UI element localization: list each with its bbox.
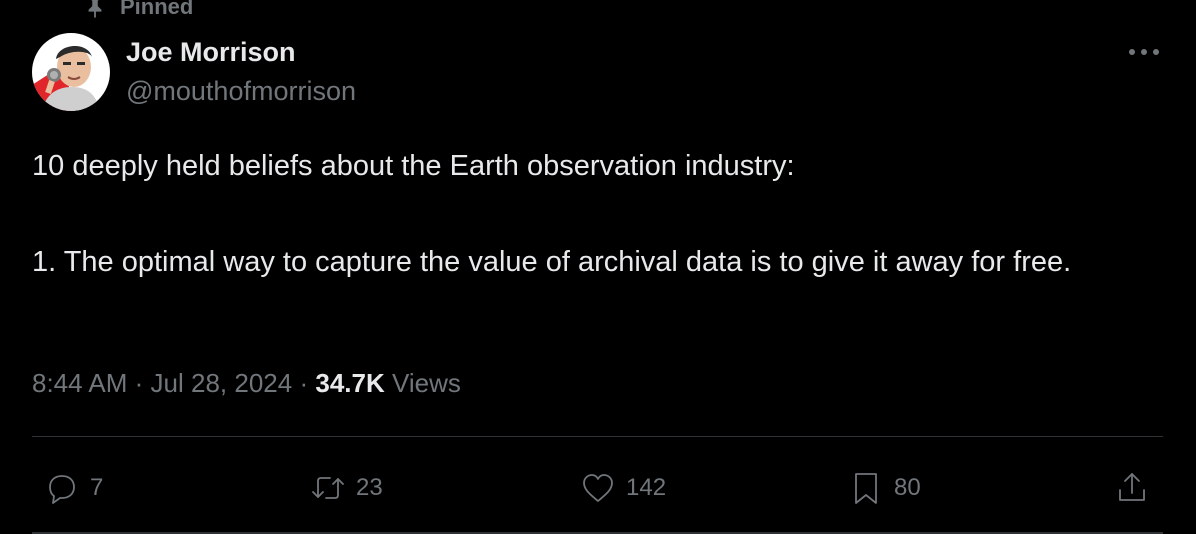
pinned-label: Pinned	[120, 0, 194, 19]
bookmark-icon	[855, 473, 877, 504]
repost-button[interactable]: 23	[308, 468, 383, 508]
pinned-indicator: Pinned	[84, 0, 193, 22]
pin-icon	[88, 0, 102, 18]
like-button[interactable]: 142	[578, 468, 666, 508]
share-button[interactable]	[1112, 468, 1152, 508]
repost-icon	[312, 477, 344, 499]
reply-icon	[49, 475, 75, 504]
bookmark-count: 80	[894, 474, 921, 501]
more-icon	[1129, 49, 1159, 55]
repost-count: 23	[356, 474, 383, 501]
share-icon	[1119, 473, 1145, 501]
tweet-meta: 8:44 AM · Jul 28, 2024 · 34.7K Views	[32, 368, 461, 399]
avatar[interactable]	[32, 33, 110, 111]
author-name[interactable]: Joe Morrison	[126, 37, 296, 68]
author-handle[interactable]: @mouthofmorrison	[126, 76, 356, 107]
divider	[32, 436, 1163, 437]
reply-button[interactable]: 7	[42, 468, 103, 508]
views-label: Views	[391, 368, 461, 398]
heart-icon	[583, 474, 613, 502]
reply-count: 7	[90, 474, 104, 501]
meta-separator: ·	[134, 368, 144, 398]
tweet-date[interactable]: Jul 28, 2024	[151, 368, 293, 398]
views-count: 34.7K	[315, 368, 385, 398]
more-options-button[interactable]	[1124, 40, 1164, 64]
bookmark-button[interactable]: 80	[846, 468, 921, 508]
action-bar: 7 23 142 80	[0, 468, 1196, 508]
avatar-image	[32, 33, 110, 111]
tweet-line-belief-1: 1. The optimal way to capture the value …	[32, 246, 1072, 278]
tweet-line-intro: 10 deeply held beliefs about the Earth o…	[32, 150, 795, 182]
tweet-time[interactable]: 8:44 AM	[32, 368, 127, 398]
like-count: 142	[626, 474, 667, 501]
tweet-text: 10 deeply held beliefs about the Earth o…	[32, 142, 1172, 286]
meta-separator: ·	[299, 368, 309, 398]
